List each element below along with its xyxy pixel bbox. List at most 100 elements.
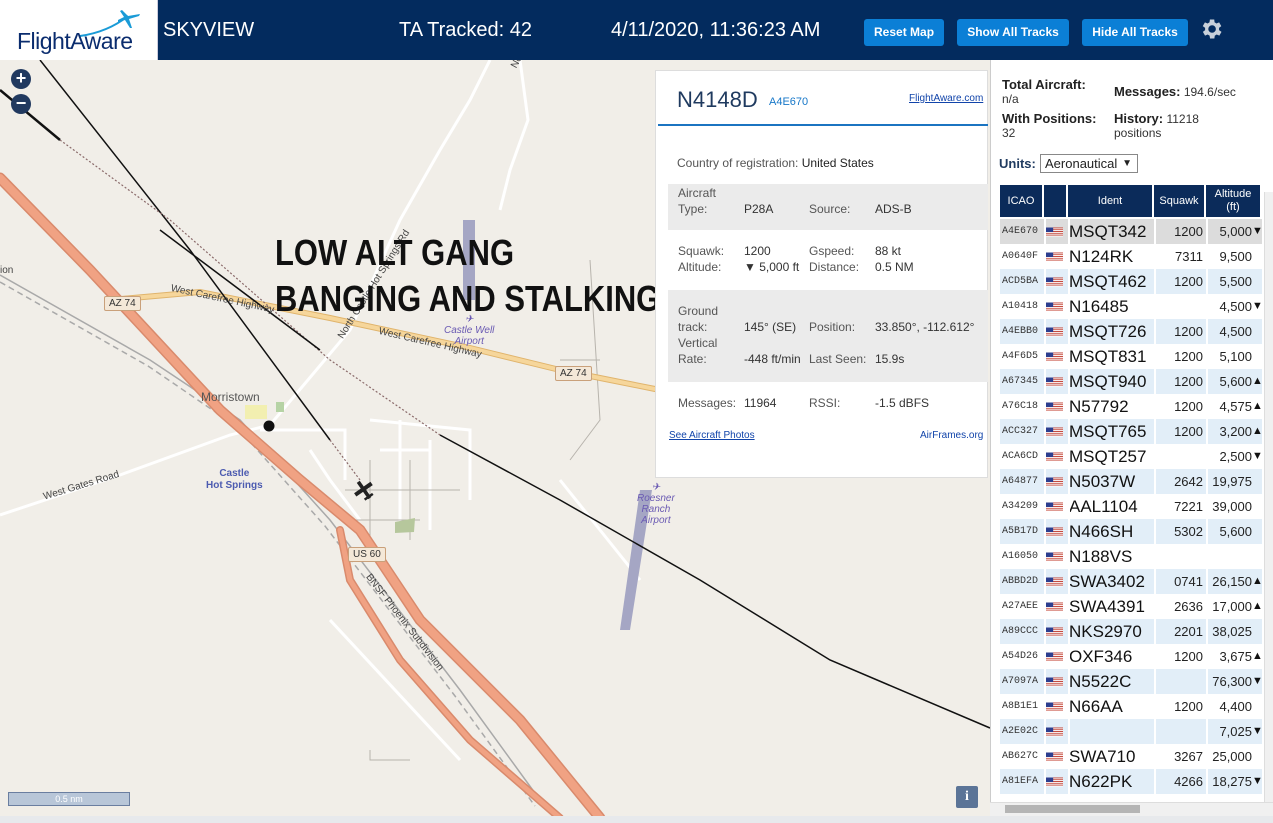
airport-label-line: Roesner <box>637 493 675 504</box>
table-row[interactable]: A34209 AAL1104 7221 39,000 <box>1000 494 1262 519</box>
table-row[interactable]: A4F6D5 MSQT831 1200 5,100 <box>1000 344 1262 369</box>
units-select[interactable]: Aeronautical ▼ <box>1040 154 1138 173</box>
column-header-altitude[interactable]: Altitude (ft) <box>1206 185 1262 217</box>
reset-map-button[interactable]: Reset Map <box>864 19 944 46</box>
receiver-location-marker[interactable] <box>263 420 275 432</box>
messages-block: Messages: 11964 RSSI: -1.5 dBFS <box>668 392 988 416</box>
column-separator <box>1154 469 1156 494</box>
flightaware-logo[interactable]: FlightAware <box>0 0 158 60</box>
minor-roads <box>0 60 642 762</box>
messages-rate-stat: Messages: 194.6/sec <box>1114 85 1236 100</box>
table-row[interactable]: A2E02C 7,025 ▼ <box>1000 719 1262 744</box>
column-separator <box>1044 269 1046 294</box>
column-separator <box>1068 619 1070 644</box>
ground-track-label: Ground track: <box>678 303 718 335</box>
table-row[interactable]: ACA6CD MSQT257 2,500 ▼ <box>1000 444 1262 469</box>
row-squawk: 1200 <box>1174 649 1203 664</box>
column-header-flag[interactable] <box>1044 185 1068 217</box>
table-row[interactable]: AB627C SWA710 3267 25,000 <box>1000 744 1262 769</box>
vertical-rate-label: Vertical Rate: <box>678 335 717 367</box>
row-ident: N5037W <box>1069 472 1136 491</box>
table-row[interactable]: A8B1E1 N66AA 1200 4,400 <box>1000 694 1262 719</box>
park-patch <box>276 402 284 412</box>
horizontal-scroll-thumb[interactable] <box>1005 805 1140 813</box>
row-squawk: 7311 <box>1175 249 1203 264</box>
column-separator <box>1068 769 1070 794</box>
column-header-icao[interactable]: ICAO <box>1000 185 1044 217</box>
row-icao: A27AEE <box>1002 601 1039 612</box>
us-flag-icon <box>1046 277 1063 287</box>
row-ident: N57792 <box>1069 397 1129 416</box>
column-separator <box>1044 744 1046 769</box>
column-separator <box>1044 719 1046 744</box>
airport-plane-icon: ✈ <box>651 482 661 493</box>
row-icao: A7097A <box>1002 676 1039 687</box>
country-label: Country of registration: <box>677 156 799 170</box>
table-row[interactable]: A4E670 MSQT342 1200 5,000 ▼ <box>1000 219 1262 244</box>
row-icao: A81EFA <box>1002 776 1039 787</box>
info-button[interactable]: i <box>956 786 978 808</box>
table-row[interactable]: A16050 N188VS <box>1000 544 1262 569</box>
show-all-tracks-button[interactable]: Show All Tracks <box>957 19 1069 46</box>
source-value: ADS-B <box>875 202 912 216</box>
table-vertical-scrollbar[interactable] <box>1264 192 1273 802</box>
row-icao: ABBD2D <box>1002 576 1039 587</box>
column-separator <box>1206 519 1208 544</box>
row-icao: AB627C <box>1002 751 1039 762</box>
table-row[interactable]: A10418 N16485 4,500 ▼ <box>1000 294 1262 319</box>
flightaware-link[interactable]: FlightAware.com <box>909 93 983 104</box>
column-separator <box>1068 744 1070 769</box>
table-row[interactable]: A0640F N124RK 7311 9,500 <box>1000 244 1262 269</box>
table-row[interactable]: ACD5BA MSQT462 1200 5,500 <box>1000 269 1262 294</box>
us-flag-icon <box>1046 477 1063 487</box>
table-row[interactable]: A27AEE SWA4391 2636 17,000 ▲ <box>1000 594 1262 619</box>
gear-icon[interactable] <box>1198 16 1224 42</box>
country-of-registration: Country of registration: United States <box>677 156 874 170</box>
table-row[interactable]: A76C18 N57792 1200 4,575 ▲ <box>1000 394 1262 419</box>
column-separator <box>1068 569 1070 594</box>
row-icao: A34209 <box>1002 501 1039 512</box>
source-label: Source: <box>809 202 851 216</box>
column-separator <box>1068 494 1070 519</box>
column-header-ident[interactable]: Ident <box>1068 185 1154 217</box>
row-icao: A8B1E1 <box>1002 701 1039 712</box>
row-altitude-trend: ▲ <box>1252 650 1262 662</box>
table-row[interactable]: ABBD2D SWA3402 0741 26,150 ▲ <box>1000 569 1262 594</box>
messages-value: 11964 <box>744 396 777 410</box>
table-row[interactable]: A5B17D N466SH 5302 5,600 <box>1000 519 1262 544</box>
row-altitude: 5,000 <box>1219 224 1252 239</box>
column-separator <box>1154 694 1156 719</box>
aircraft-callsign: N4148D <box>677 87 758 112</box>
column-header-squawk[interactable]: Squawk <box>1154 185 1206 217</box>
row-altitude-trend: ▲ <box>1252 400 1262 412</box>
row-ident: N622PK <box>1069 772 1133 791</box>
position-value: 33.850°, -112.612° <box>875 320 975 334</box>
gspeed-label: Gspeed: <box>809 244 855 258</box>
column-separator <box>1044 569 1046 594</box>
table-row[interactable]: A7097A N5522C 76,300 ▼ <box>1000 669 1262 694</box>
zoom-out-button[interactable]: − <box>11 94 31 114</box>
table-row[interactable]: A4EBB0 MSQT726 1200 4,500 <box>1000 319 1262 344</box>
column-separator <box>1044 544 1046 569</box>
row-altitude: 3,200 <box>1219 424 1252 439</box>
row-altitude-trend: ▲ <box>1252 575 1262 587</box>
row-altitude <box>1208 544 1252 569</box>
table-row[interactable]: ACC327 MSQT765 1200 3,200 ▲ <box>1000 419 1262 444</box>
row-altitude: 7,025 <box>1219 724 1252 739</box>
table-row[interactable]: A64877 N5037W 2642 19,975 <box>1000 469 1262 494</box>
zoom-in-button[interactable]: + <box>11 69 31 89</box>
row-ident: MSQT726 <box>1069 322 1147 341</box>
last-seen-value: 15.9s <box>875 352 905 366</box>
row-squawk: 5302 <box>1174 524 1203 539</box>
table-row[interactable]: A89CCC NKS2970 2201 38,025 <box>1000 619 1262 644</box>
table-row[interactable]: A81EFA N622PK 4266 18,275 ▼ <box>1000 769 1262 794</box>
see-aircraft-photos-link[interactable]: See Aircraft Photos <box>669 430 755 441</box>
hide-all-tracks-button[interactable]: Hide All Tracks <box>1082 19 1188 46</box>
column-separator <box>1154 569 1156 594</box>
us-flag-icon <box>1046 627 1063 637</box>
column-separator <box>1044 769 1046 794</box>
airframes-link[interactable]: AirFrames.org <box>920 430 983 441</box>
table-row[interactable]: A67345 MSQT940 1200 5,600 ▲ <box>1000 369 1262 394</box>
us-flag-icon <box>1046 302 1063 312</box>
table-row[interactable]: A54D26 OXF346 1200 3,675 ▲ <box>1000 644 1262 669</box>
